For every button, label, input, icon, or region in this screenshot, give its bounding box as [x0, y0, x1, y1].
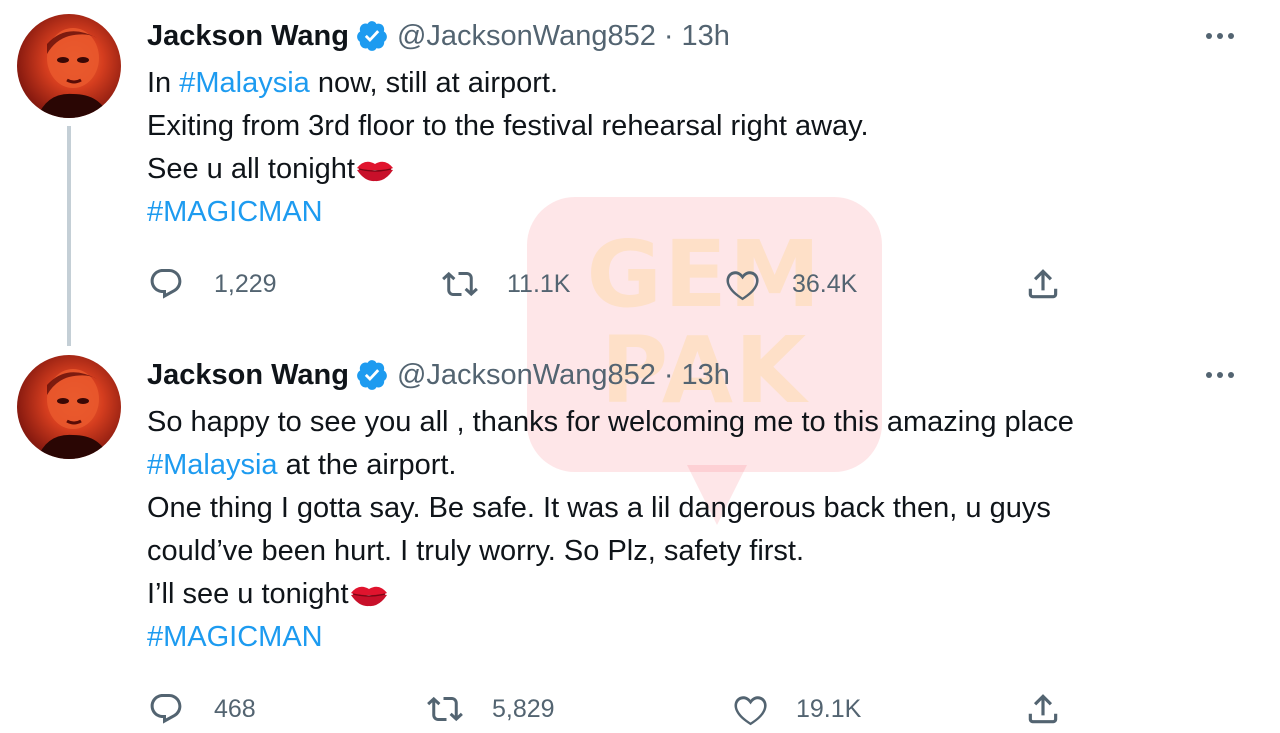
- share-icon: [1028, 269, 1058, 299]
- like-button[interactable]: 36.4K: [724, 264, 857, 304]
- thread-connector-line: [67, 126, 71, 346]
- tweet-timestamp[interactable]: 13h: [682, 20, 730, 53]
- more-options-icon[interactable]: [1200, 26, 1240, 46]
- header-separator: ·: [663, 19, 674, 52]
- retweet-icon: [442, 271, 478, 297]
- verified-badge-icon: [357, 21, 387, 51]
- retweet-button[interactable]: 5,829: [426, 689, 555, 729]
- verified-badge-icon: [357, 360, 387, 390]
- share-icon: [1028, 694, 1058, 724]
- tweet-text: So happy to see you all , thanks for wel…: [147, 406, 1074, 653]
- avatar[interactable]: [17, 14, 121, 118]
- like-count: 36.4K: [792, 269, 858, 298]
- author-name[interactable]: Jackson Wang: [147, 359, 349, 392]
- author-name[interactable]: Jackson Wang: [147, 20, 349, 53]
- author-handle[interactable]: @JacksonWang852: [397, 20, 656, 53]
- tweet-thread: GEM PAK Jackson Wang @JacksonWang852 · 1…: [0, 0, 1280, 733]
- hashtag-link[interactable]: #MAGICMAN: [147, 196, 323, 228]
- heart-icon: [734, 696, 767, 726]
- hashtag-link[interactable]: #Malaysia: [179, 67, 310, 99]
- kiss-mark-emoji-icon: [356, 161, 393, 182]
- retweet-count: 5,829: [492, 694, 555, 723]
- tweet-header: Jackson Wang @JacksonWang852 · 13h: [147, 16, 730, 56]
- tweet-timestamp[interactable]: 13h: [682, 359, 730, 392]
- reply-icon: [150, 694, 182, 724]
- tweet[interactable]: Jackson Wang @JacksonWang852 · 13h In #M…: [0, 0, 1280, 346]
- tweet-header: Jackson Wang @JacksonWang852 · 13h: [147, 355, 730, 395]
- hashtag-link[interactable]: #Malaysia: [147, 449, 278, 481]
- tweet-actions: 1,229 11.1K 36.4K: [0, 264, 1280, 304]
- kiss-mark-emoji-icon: [350, 586, 387, 607]
- like-button[interactable]: 19.1K: [732, 689, 861, 729]
- reply-icon: [150, 269, 182, 299]
- hashtag-link[interactable]: #MAGICMAN: [147, 621, 323, 653]
- more-options-icon[interactable]: [1200, 365, 1240, 385]
- author-handle[interactable]: @JacksonWang852: [397, 359, 656, 392]
- like-count: 19.1K: [796, 694, 862, 723]
- retweet-count: 11.1K: [507, 269, 571, 298]
- tweet[interactable]: Jackson Wang @JacksonWang852 · 13h So ha…: [0, 345, 1280, 733]
- reply-count: 1,229: [214, 269, 277, 298]
- share-button[interactable]: [1024, 264, 1062, 304]
- reply-count: 468: [214, 694, 256, 723]
- retweet-icon: [427, 696, 463, 722]
- retweet-button[interactable]: 11.1K: [441, 264, 570, 304]
- tweet-text: In #Malaysia now, still at airport. Exit…: [147, 67, 869, 228]
- heart-icon: [726, 271, 759, 301]
- share-button[interactable]: [1024, 689, 1062, 729]
- reply-button[interactable]: 468: [148, 689, 256, 729]
- tweet-actions: 468 5,829 19.1K: [0, 689, 1280, 729]
- avatar[interactable]: [17, 355, 121, 459]
- header-separator: ·: [663, 358, 674, 391]
- reply-button[interactable]: 1,229: [148, 264, 277, 304]
